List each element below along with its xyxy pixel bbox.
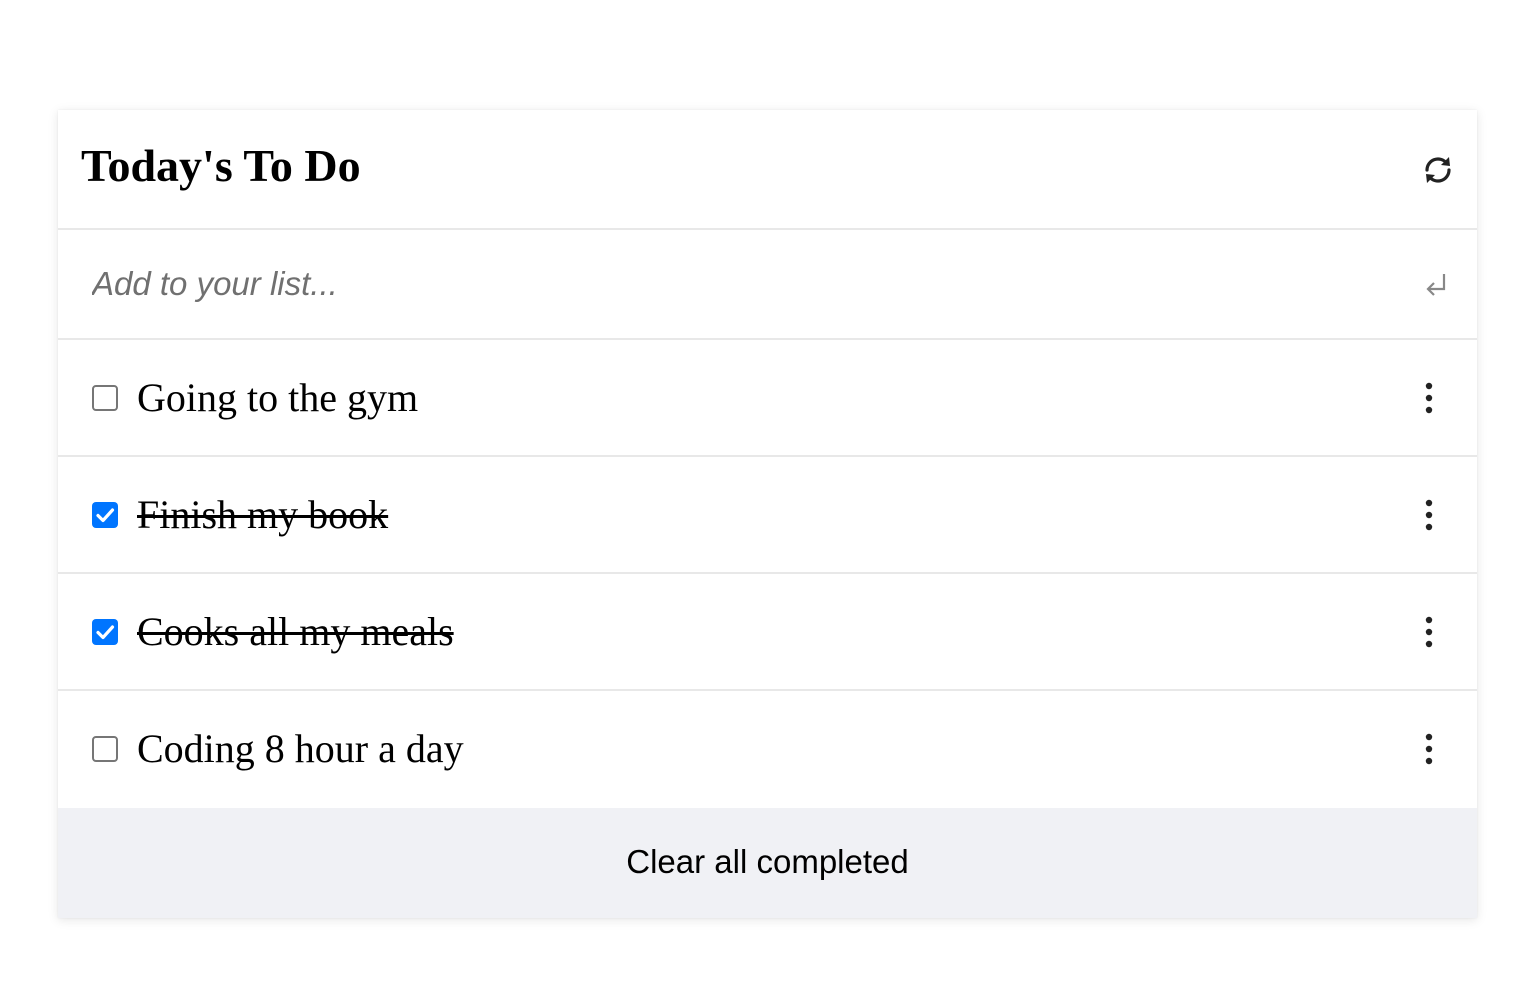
refresh-icon[interactable] <box>1421 153 1455 187</box>
todo-item: Going to the gym <box>58 340 1477 457</box>
todo-item: Cooks all my meals <box>58 574 1477 691</box>
todo-card: Today's To Do Going to the gym <box>58 110 1477 918</box>
clear-completed-button[interactable]: Clear all completed <box>626 843 908 881</box>
more-vertical-icon[interactable] <box>1419 382 1439 414</box>
todo-item-label: Coding 8 hour a day <box>137 726 464 771</box>
todo-item: Coding 8 hour a day <box>58 691 1477 808</box>
todo-item-label: Cooks all my meals <box>137 609 454 654</box>
todo-checkbox[interactable] <box>92 502 118 528</box>
page-title: Today's To Do <box>81 140 361 191</box>
todo-item-label: Going to the gym <box>137 375 419 420</box>
checkmark-icon <box>96 508 115 523</box>
more-vertical-icon[interactable] <box>1419 616 1439 648</box>
add-item-row <box>58 230 1477 340</box>
enter-return-icon[interactable] <box>1423 270 1451 300</box>
todo-checkbox[interactable] <box>92 619 118 645</box>
checkmark-icon <box>96 625 115 640</box>
todo-list: Going to the gym Finish my book Cooks al… <box>58 340 1477 808</box>
todo-checkbox[interactable] <box>92 736 118 762</box>
more-vertical-icon[interactable] <box>1419 499 1439 531</box>
more-vertical-icon[interactable] <box>1419 733 1439 765</box>
todo-checkbox[interactable] <box>92 385 118 411</box>
card-footer: Clear all completed <box>58 808 1477 918</box>
add-item-input[interactable] <box>92 258 1392 310</box>
todo-header: Today's To Do <box>58 110 1477 230</box>
todo-item: Finish my book <box>58 457 1477 574</box>
todo-item-label: Finish my book <box>137 492 389 537</box>
